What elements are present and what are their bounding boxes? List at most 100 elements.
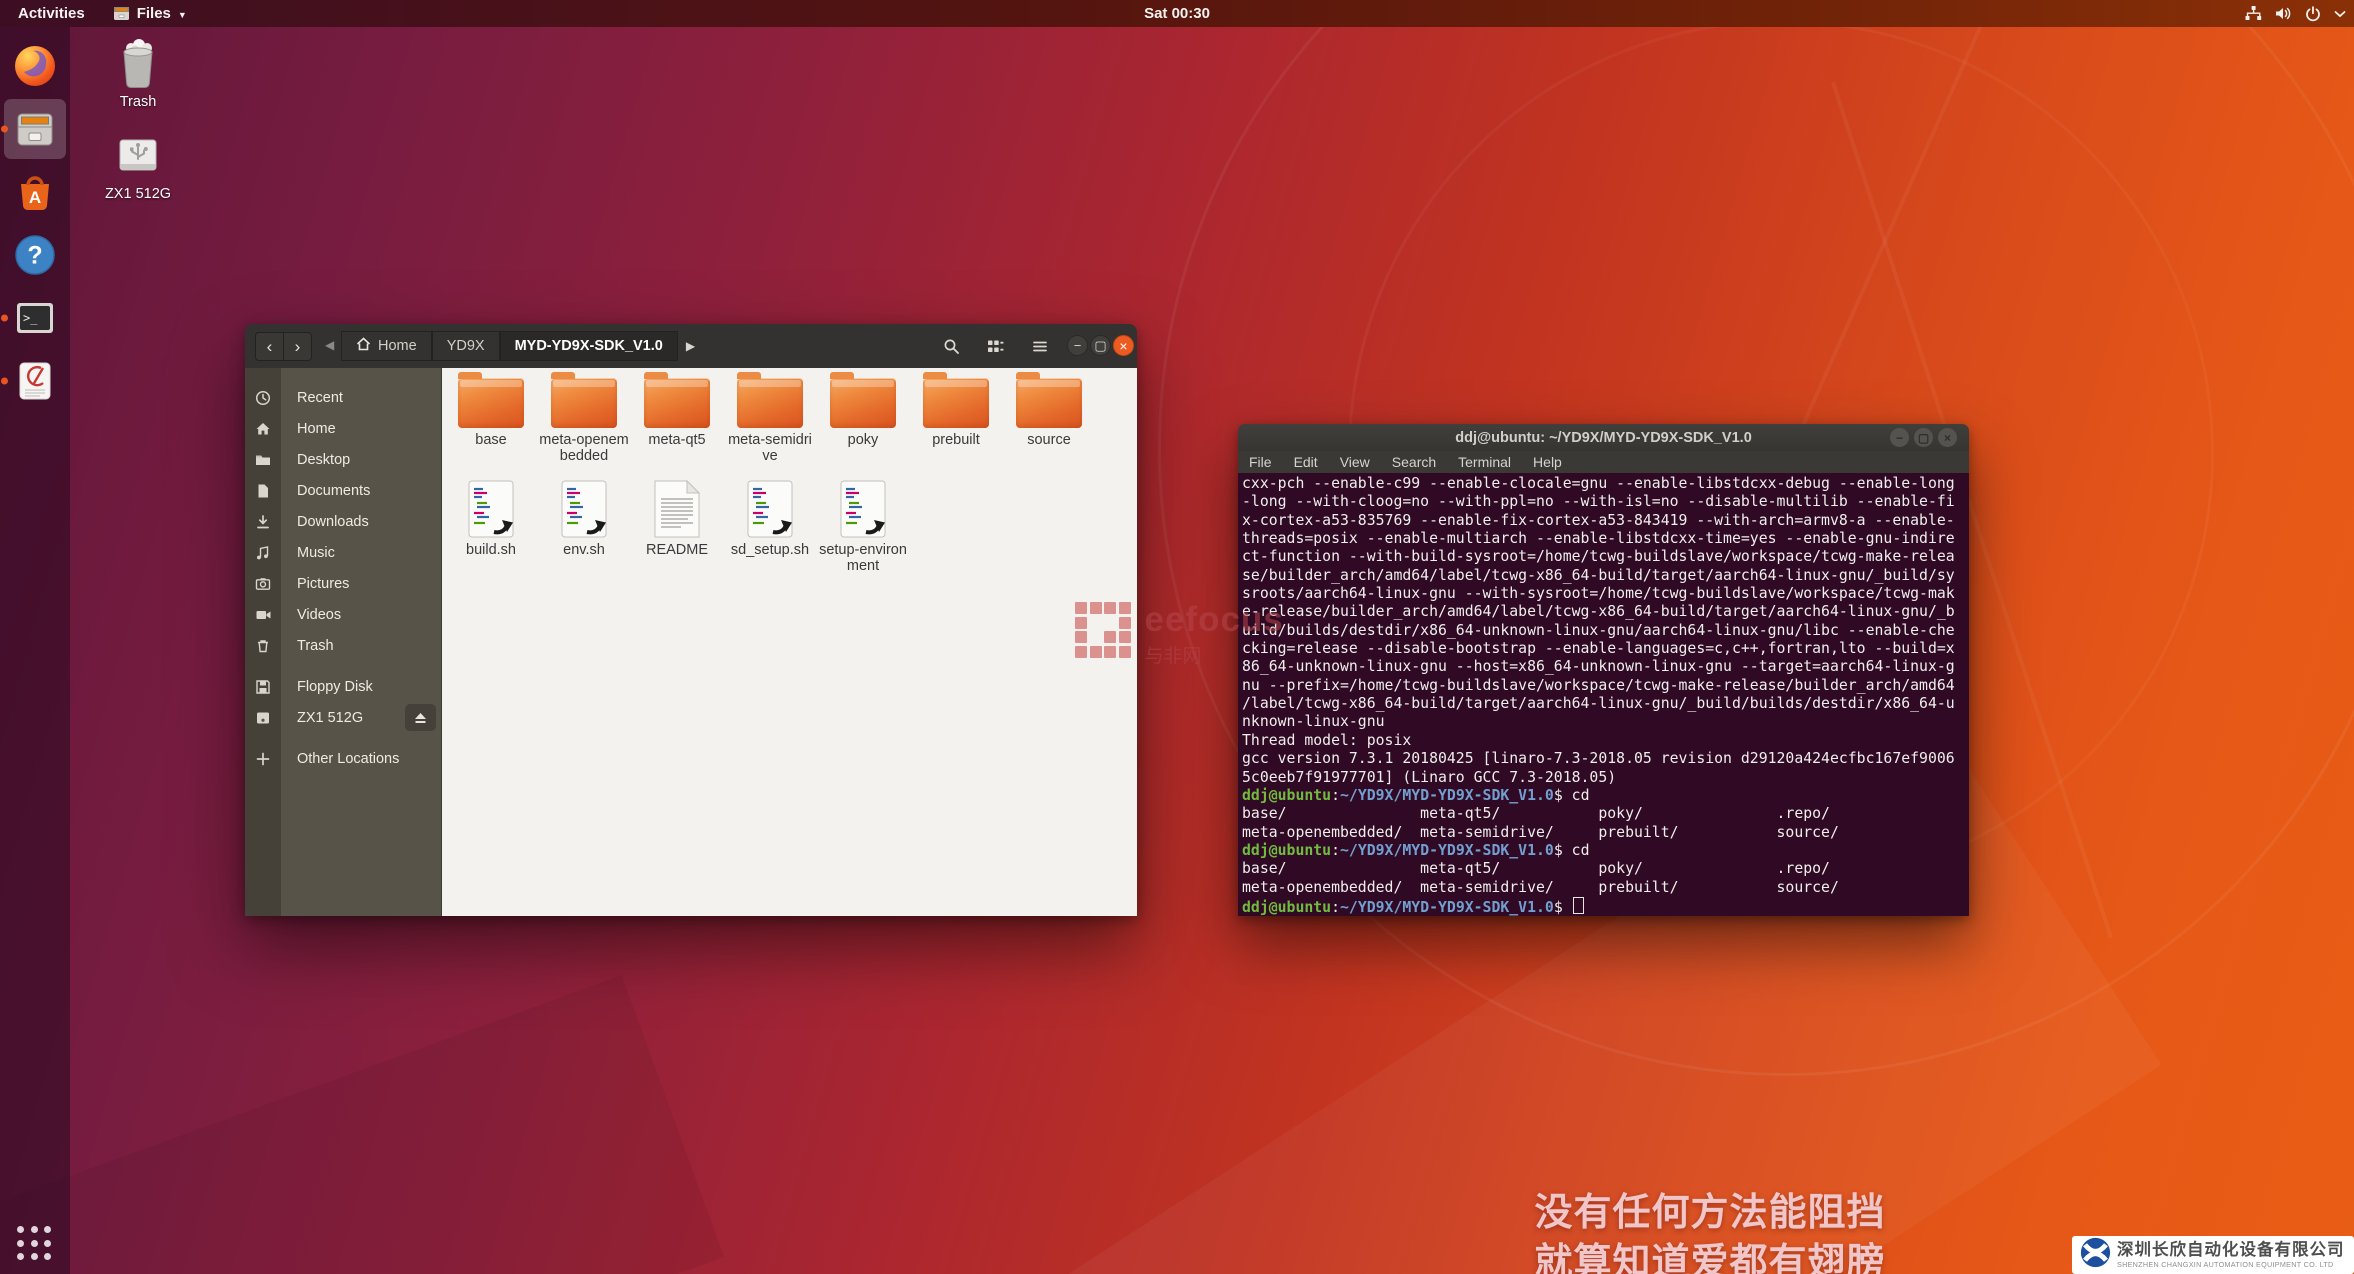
files-window: ‹ › ◀ HomeYD9XMYD-YD9X-SDK_V1.0▶ − ▢ × R… [245, 324, 1137, 916]
terminal-line: meta-openembedded/ meta-semidrive/ prebu… [1242, 879, 1969, 897]
sidebar-item-documents[interactable]: Documents [245, 475, 441, 506]
sidebar-item-desktop[interactable]: Desktop [245, 444, 441, 475]
sidebar-item-label: Documents [281, 483, 370, 499]
desktop-icon-trash[interactable]: Trash [102, 36, 174, 110]
breadcrumb-home[interactable]: Home [341, 331, 432, 361]
power-icon[interactable] [2305, 6, 2321, 22]
running-indicator-dot [1, 126, 8, 133]
terminal-title: ddj@ubuntu: ~/YD9X/MYD-YD9X-SDK_V1.0 [1455, 430, 1752, 446]
desktop-icon-usb-drive[interactable]: ZX1 512G [102, 132, 174, 202]
terminal-line: ddj@ubuntu:~/YD9X/MYD-YD9X-SDK_V1.0$ [1242, 897, 1969, 916]
forward-button[interactable]: › [283, 332, 312, 361]
clock[interactable]: Sat 00:30 [1144, 0, 1210, 27]
maximize-button[interactable]: ▢ [1090, 335, 1111, 356]
back-button[interactable]: ‹ [255, 332, 284, 361]
sidebar-item-videos[interactable]: Videos [245, 599, 441, 630]
running-indicator-dot [1, 315, 8, 322]
script-file-icon [818, 480, 908, 538]
folder-item-meta-openembedded[interactable]: meta-openembedded [539, 370, 629, 464]
dock-item-ubuntu-software[interactable]: A [4, 162, 66, 222]
terminal-line: x-cortex-a53-835769 --enable-fix-cortex-… [1242, 512, 1969, 530]
file-item-build-sh[interactable]: build.sh [446, 480, 536, 558]
other-icon [245, 751, 281, 767]
terminal-menu-edit[interactable]: Edit [1283, 454, 1329, 470]
folder-item-prebuilt[interactable]: prebuilt [911, 370, 1001, 448]
show-applications-button[interactable] [17, 1226, 53, 1262]
maximize-button[interactable]: ▢ [1914, 428, 1933, 447]
folder-item-poky[interactable]: poky [818, 370, 908, 448]
sidebar-item-trash[interactable]: Trash [245, 630, 441, 661]
terminal-titlebar[interactable]: ddj@ubuntu: ~/YD9X/MYD-YD9X-SDK_V1.0 − ▢… [1238, 424, 1969, 452]
dock-item-help[interactable]: ? [4, 225, 66, 285]
folder-label: meta-semidrive [725, 432, 815, 464]
app-menu-files[interactable]: Files ▼ [103, 0, 197, 27]
sidebar-item-music[interactable]: Music [245, 537, 441, 568]
activities-button[interactable]: Activities [0, 0, 103, 27]
folder-item-base[interactable]: base [446, 370, 536, 448]
dock-item-firefox[interactable] [4, 36, 66, 96]
folder-label: meta-openembedded [539, 432, 629, 464]
file-item-env-sh[interactable]: env.sh [539, 480, 629, 558]
terminal-menu-file[interactable]: File [1238, 454, 1283, 470]
folder-label: meta-qt5 [632, 432, 722, 448]
sidebar-item-other-locations[interactable]: Other Locations [245, 743, 441, 774]
file-item-setup-environment[interactable]: setup-environment [818, 480, 908, 574]
breadcrumb-myd-yd9x-sdk-v1-0[interactable]: MYD-YD9X-SDK_V1.0 [500, 331, 678, 361]
chevron-down-icon[interactable] [2334, 10, 2346, 18]
terminal-menu-search[interactable]: Search [1381, 454, 1447, 470]
terminal-menu-help[interactable]: Help [1522, 454, 1573, 470]
breadcrumb-label: Home [378, 338, 417, 354]
terminal-menu-view[interactable]: View [1329, 454, 1381, 470]
terminal-menu-terminal[interactable]: Terminal [1447, 454, 1522, 470]
dock-item-files[interactable] [4, 99, 66, 159]
home-icon [245, 421, 281, 437]
file-item-sd-setup-sh[interactable]: sd_setup.sh [725, 480, 815, 558]
terminal-line: gcc version 7.3.1 20180425 [linaro-7.3-2… [1242, 750, 1969, 768]
videos-icon [245, 607, 281, 623]
menu-button[interactable] [1025, 332, 1054, 361]
script-file-icon [446, 480, 536, 538]
prompt-user: ddj@ubuntu [1242, 899, 1331, 916]
home-icon [356, 337, 371, 355]
sidebar-item-pictures[interactable]: Pictures [245, 568, 441, 599]
path-scroll-left-icon[interactable]: ◀ [325, 338, 334, 352]
view-grid-button[interactable] [981, 332, 1010, 361]
folder-item-meta-qt5[interactable]: meta-qt5 [632, 370, 722, 448]
minimize-button[interactable]: − [1067, 335, 1088, 356]
files-headerbar: ‹ › ◀ HomeYD9XMYD-YD9X-SDK_V1.0▶ − ▢ × [245, 324, 1137, 369]
minimize-button[interactable]: − [1890, 428, 1909, 447]
eject-button[interactable] [405, 704, 436, 731]
sidebar-item-recent[interactable]: Recent [245, 382, 441, 413]
folder-icon [551, 378, 617, 428]
folder-item-source[interactable]: source [1004, 370, 1094, 448]
folder-icon [458, 378, 524, 428]
folder-item-meta-semidrive[interactable]: meta-semidrive [725, 370, 815, 464]
close-button[interactable]: × [1938, 428, 1957, 447]
file-item-readme[interactable]: README [632, 480, 722, 558]
volume-icon[interactable] [2275, 6, 2292, 21]
svg-text:?: ? [27, 242, 42, 270]
breadcrumb-yd9x[interactable]: YD9X [432, 331, 500, 361]
file-label: build.sh [446, 542, 536, 558]
terminal-line: threads=posix --enable-multiarch --enabl… [1242, 530, 1969, 548]
dock-item-terminal[interactable]: >_ [4, 288, 66, 348]
prompt-user: ddj@ubuntu [1242, 787, 1331, 804]
terminal-line: sroots/aarch64-linux-gnu --with-sysroot=… [1242, 585, 1969, 603]
network-icon[interactable] [2245, 6, 2262, 21]
watermark-cn: 与非网 [1145, 641, 1284, 668]
terminal-line: nknown-linux-gnu [1242, 713, 1969, 731]
terminal-screen[interactable]: cxx-pch --enable-c99 --enable-clocale=gn… [1238, 473, 1969, 916]
terminal-line: e-release/builder_arch/amd64/label/tcwg-… [1242, 603, 1969, 621]
topbar-status-icons[interactable] [2245, 0, 2346, 27]
dock-item-document-viewer[interactable] [4, 351, 66, 411]
close-button[interactable]: × [1113, 335, 1134, 356]
pictures-icon [245, 576, 281, 592]
documents-icon [245, 483, 281, 499]
sidebar-item-floppy-disk[interactable]: Floppy Disk [245, 671, 441, 702]
terminal-line: nu --prefix=/home/tcwg-buildslave/worksp… [1242, 677, 1969, 695]
trash-icon [245, 638, 281, 654]
sidebar-item-home[interactable]: Home [245, 413, 441, 444]
sidebar-item-downloads[interactable]: Downloads [245, 506, 441, 537]
search-button[interactable] [937, 332, 966, 361]
sidebar-item-zx1-512g[interactable]: ZX1 512G [245, 702, 441, 733]
